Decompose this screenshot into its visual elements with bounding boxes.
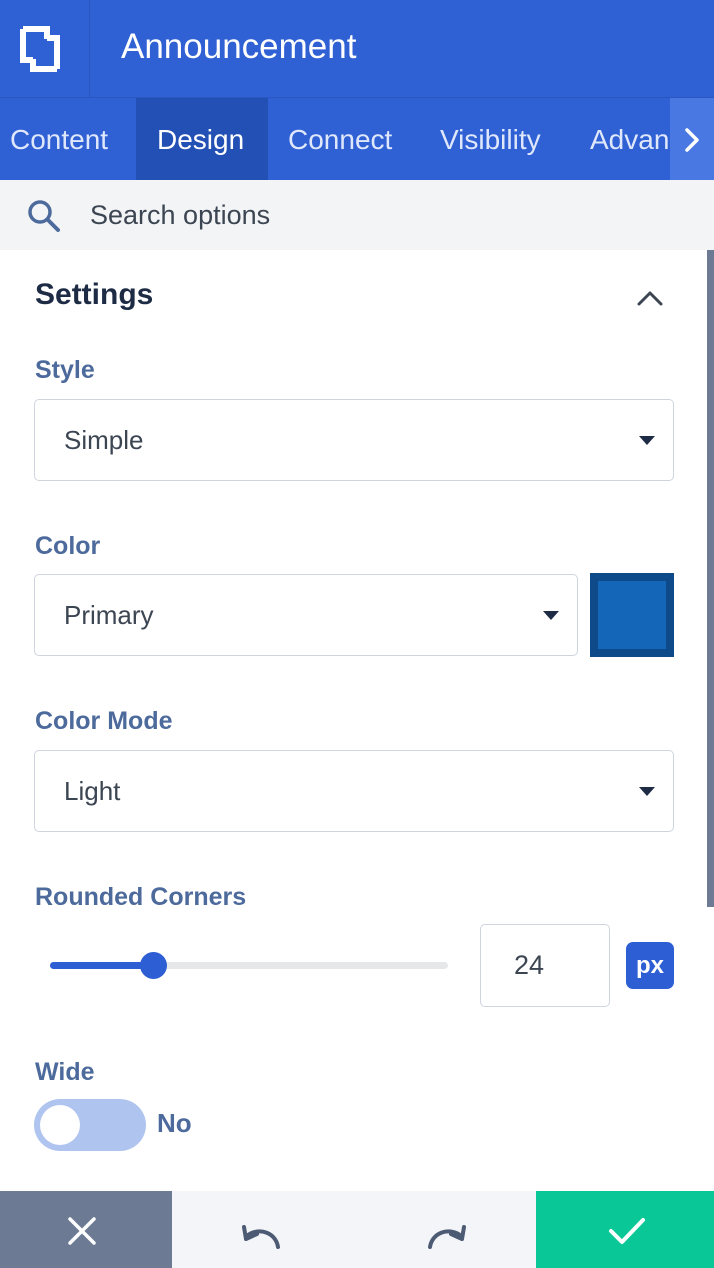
rounded-corners-label: Rounded Corners [35,883,247,911]
color-mode-select[interactable]: Light [34,750,674,832]
caret-down-icon [639,787,655,796]
page-title: Announcement [121,27,357,66]
slider-thumb[interactable] [140,952,167,979]
toggle-knob [40,1105,80,1145]
caret-down-icon [543,611,559,620]
color-swatch-fill [598,581,666,649]
color-label: Color [35,532,101,560]
style-label: Style [35,356,95,384]
tab-visibility[interactable]: Visibility [418,98,568,180]
style-select-value: Simple [64,425,144,455]
builder-logo-icon[interactable] [0,0,90,97]
rounded-corners-slider[interactable] [50,952,448,979]
color-select[interactable]: Primary [34,574,578,656]
search-input[interactable] [90,194,650,236]
chevron-up-icon[interactable] [634,283,666,315]
settings-section-title: Settings [35,278,154,311]
style-select[interactable]: Simple [34,399,674,481]
redo-icon[interactable] [424,1221,468,1251]
close-icon [68,1217,96,1245]
wide-label: Wide [35,1058,95,1086]
wide-toggle-state: No [157,1108,192,1138]
search-bar [0,180,714,250]
rounded-corners-value: 24 [514,950,545,980]
scrollbar[interactable] [707,250,714,907]
color-select-value: Primary [64,600,154,630]
tab-bar: Content Design Connect Visibility Advan [0,97,714,180]
footer-toolbar [0,1191,714,1268]
history-toolbar [172,1191,536,1268]
app-header: Announcement [0,0,714,97]
color-mode-select-value: Light [64,776,121,806]
tab-design[interactable]: Design [136,98,268,180]
save-button[interactable] [536,1191,714,1268]
caret-down-icon [639,436,655,445]
wide-toggle[interactable] [34,1099,146,1151]
tabs-next-button[interactable] [670,98,714,180]
unit-button[interactable]: px [626,942,674,989]
undo-icon[interactable] [240,1221,284,1251]
chevron-right-icon [685,128,699,152]
rounded-corners-input[interactable]: 24 [480,924,610,1007]
tab-connect[interactable]: Connect [268,98,418,180]
cancel-button[interactable] [0,1191,172,1268]
tab-content[interactable]: Content [0,98,136,180]
color-swatch[interactable] [590,573,674,657]
search-icon [28,200,60,232]
tab-advanced[interactable]: Advan [568,98,678,180]
slider-fill [50,962,153,969]
check-icon [609,1218,645,1244]
color-mode-label: Color Mode [35,707,173,735]
